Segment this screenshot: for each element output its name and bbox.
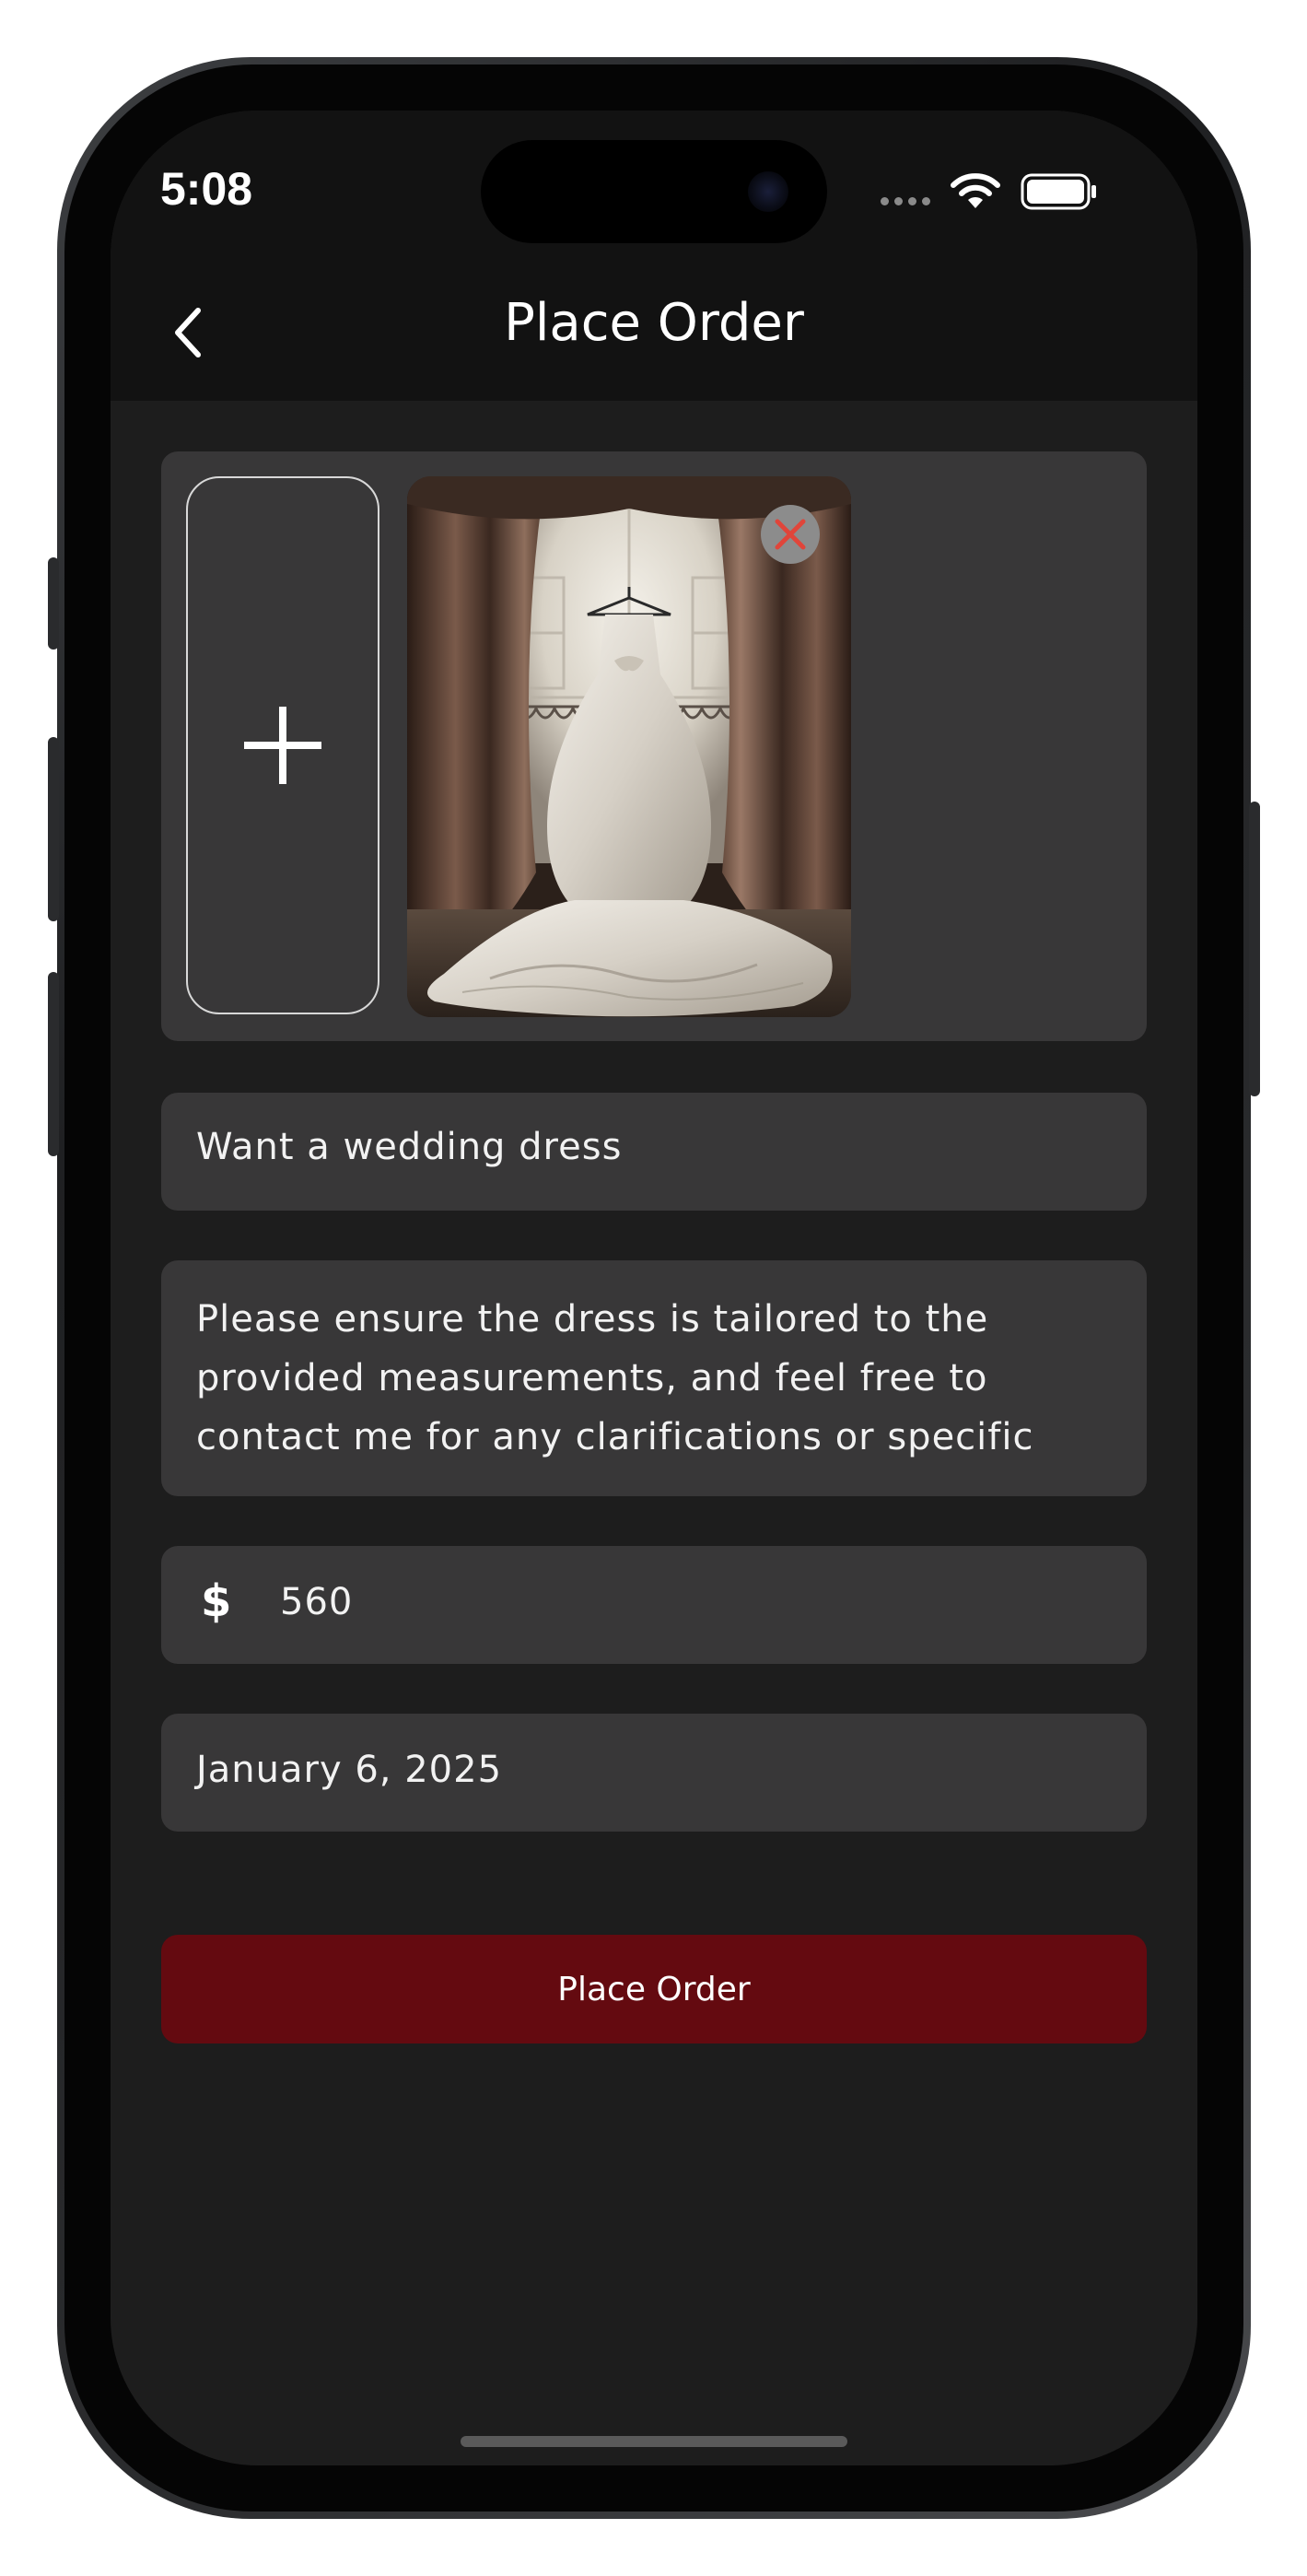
price-input-value[interactable]: 560 <box>280 1581 353 1623</box>
volume-down-button <box>48 972 59 1156</box>
plus-icon <box>244 707 321 784</box>
front-camera <box>748 171 788 212</box>
place-order-button[interactable]: Place Order <box>161 1935 1147 2043</box>
page-title: Place Order <box>504 293 804 353</box>
description-input-value[interactable]: Please ensure the dress is tailored to t… <box>196 1290 1117 1467</box>
date-input-value[interactable]: January 6, 2025 <box>196 1749 502 1791</box>
volume-up-button <box>48 737 59 921</box>
remove-photo-button[interactable] <box>761 505 820 564</box>
status-time: 5:08 <box>160 163 253 215</box>
signal-dots-icon <box>881 197 930 205</box>
dollar-icon: $ <box>201 1575 232 1627</box>
home-indicator <box>461 2436 847 2447</box>
battery-icon <box>1021 173 1096 210</box>
close-icon <box>775 519 806 550</box>
title-input-value[interactable]: Want a wedding dress <box>196 1126 622 1168</box>
wifi-icon <box>951 173 1000 208</box>
power-button <box>1249 802 1260 1096</box>
action-button <box>48 557 59 650</box>
add-photo-button[interactable] <box>186 476 379 1014</box>
